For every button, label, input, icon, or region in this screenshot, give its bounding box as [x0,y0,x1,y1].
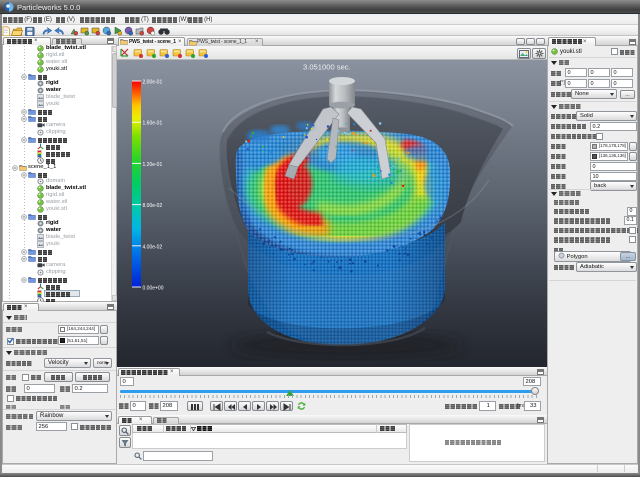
svg-text:1.60e-01: 1.60e-01 [143,121,163,127]
svg-text:8.00e-02: 8.00e-02 [143,203,163,209]
svg-text:3.051000 sec.: 3.051000 sec. [303,63,351,72]
svg-text:0.00e+00: 0.00e+00 [143,286,164,292]
svg-text:4.00e-02: 4.00e-02 [143,244,163,250]
svg-text:1.20e-01: 1.20e-01 [143,162,163,168]
svg-text:2.00e-01: 2.00e-01 [143,80,163,86]
